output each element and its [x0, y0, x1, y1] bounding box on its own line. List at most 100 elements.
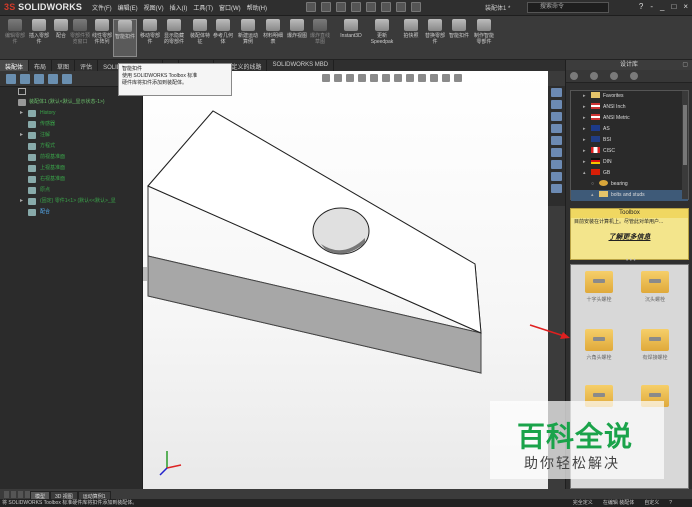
- close-button[interactable]: ×: [683, 2, 688, 11]
- search-input[interactable]: 搜索命令: [527, 2, 609, 13]
- learn-more-link[interactable]: 了解更多信息: [571, 232, 688, 242]
- section-view-icon[interactable]: [358, 74, 366, 82]
- bom-button[interactable]: 材料明细表: [261, 19, 285, 57]
- part-weld-bolt[interactable]: 有焊接螺栓: [633, 329, 677, 375]
- dynamic-annotation-icon[interactable]: [370, 74, 378, 82]
- zoom-fit-icon[interactable]: [322, 74, 330, 82]
- update-speedpak-button[interactable]: 更新Speedpak: [368, 19, 396, 57]
- configuration-manager-icon[interactable]: [34, 74, 44, 84]
- new-motion-study-button[interactable]: 新建运动算例: [236, 19, 260, 57]
- tree-item-history[interactable]: ▸ History: [4, 108, 142, 119]
- design-library-icon[interactable]: [551, 112, 562, 121]
- custom-properties-icon[interactable]: [551, 160, 562, 169]
- take-snapshot-button[interactable]: 拍快照: [399, 19, 423, 57]
- lib-item-cisc[interactable]: ▸ CISC: [571, 146, 688, 157]
- lib-item-ansi-inch[interactable]: ▸ ANSI Inch: [571, 102, 688, 113]
- undo-icon[interactable]: [366, 2, 376, 12]
- status-help[interactable]: ?: [669, 499, 672, 507]
- select-icon[interactable]: [381, 2, 391, 12]
- component-preview-button[interactable]: 零部件预览窗口: [68, 19, 92, 57]
- lib-item-gb[interactable]: ▴ GB: [571, 168, 688, 179]
- linear-pattern-button[interactable]: 线性零部件阵列: [90, 19, 114, 57]
- explode-line-sketch-button[interactable]: 爆炸直线草图: [308, 19, 332, 57]
- view-settings-icon[interactable]: [442, 74, 450, 82]
- save-icon[interactable]: [336, 2, 346, 12]
- tree-item-equations[interactable]: 方程式: [4, 141, 142, 152]
- reference-geometry-button[interactable]: 参考几何体: [211, 19, 235, 57]
- maximize-button[interactable]: □: [671, 2, 676, 11]
- status-units[interactable]: 自定义: [644, 499, 659, 507]
- lib-item-ansi-metric[interactable]: ▸ ANSI Metric: [571, 113, 688, 124]
- display-style-icon[interactable]: [394, 74, 402, 82]
- assembly-features-button[interactable]: 装配体特征: [188, 19, 212, 57]
- tree-item-part1[interactable]: ▸ (固定) 零件1<1> (默认<<默认>_显: [4, 196, 142, 207]
- library-scrollbar[interactable]: [682, 91, 688, 199]
- lib-item-bsi[interactable]: ▸ BSI: [571, 135, 688, 146]
- zoom-area-icon[interactable]: [334, 74, 342, 82]
- lib-item-as[interactable]: ▸ AS: [571, 124, 688, 135]
- property-manager-icon[interactable]: [20, 74, 30, 84]
- menu-insert[interactable]: 插入(I): [170, 3, 188, 12]
- display-manager-icon[interactable]: [62, 74, 72, 84]
- tree-item-annotations[interactable]: ▸ 注解: [4, 130, 142, 141]
- appearances-icon[interactable]: [551, 136, 562, 145]
- rebuild-icon[interactable]: [396, 2, 406, 12]
- tab-layout[interactable]: 布局: [29, 60, 53, 71]
- graphics-area[interactable]: [143, 71, 548, 489]
- options-icon[interactable]: [411, 2, 421, 12]
- previous-view-icon[interactable]: [346, 74, 354, 82]
- minimize-button[interactable]: _: [660, 2, 664, 11]
- scroll-thumb[interactable]: [683, 105, 687, 165]
- tab-evaluate[interactable]: 评估: [75, 60, 99, 71]
- tree-item-sensors[interactable]: 传感器: [4, 119, 142, 130]
- plugin-icon[interactable]: [551, 184, 562, 193]
- smart-fasteners-button[interactable]: 智能扣件: [113, 19, 137, 57]
- view-palette-icon[interactable]: [551, 148, 562, 157]
- menu-window[interactable]: 窗口(W): [219, 3, 241, 12]
- dimxpert-icon[interactable]: [48, 74, 58, 84]
- home-icon[interactable]: [551, 88, 562, 97]
- move-component-button[interactable]: 移动零部件: [138, 19, 162, 57]
- lib-item-bolts-and-studs[interactable]: ▴ bolts and studs: [571, 190, 688, 201]
- resources-icon[interactable]: [551, 100, 562, 109]
- next-tab-icon[interactable]: [18, 491, 23, 498]
- menu-file[interactable]: 文件(F): [92, 3, 112, 12]
- tree-item-mates[interactable]: 配合: [4, 207, 142, 218]
- exploded-view-button[interactable]: 爆炸视图: [285, 19, 309, 57]
- smart-fasteners-button-2[interactable]: 智能扣件: [447, 19, 471, 57]
- show-hidden-button[interactable]: 显示隐藏的零部件: [162, 19, 186, 57]
- new-doc-icon[interactable]: [306, 2, 316, 12]
- back-icon[interactable]: [570, 72, 578, 80]
- open-icon[interactable]: [321, 2, 331, 12]
- tree-item-right-plane[interactable]: 右视基准面: [4, 174, 142, 185]
- insert-component-button[interactable]: 插入零部件: [27, 19, 51, 57]
- first-tab-icon[interactable]: [4, 491, 9, 498]
- edit-component-button[interactable]: 编辑零部件: [3, 19, 27, 57]
- make-smart-component-button[interactable]: 制作智能零部件: [472, 19, 496, 57]
- monitor-icon[interactable]: [454, 74, 462, 82]
- panel-collapse-handle[interactable]: [143, 267, 147, 281]
- tree-root[interactable]: 装配体1 (默认<默认_显示状态-1>): [4, 97, 142, 108]
- part-cross-head-bolt[interactable]: 十字头螺栓: [577, 271, 621, 317]
- pin-icon[interactable]: ▢: [682, 60, 688, 70]
- tree-item-origin[interactable]: 原点: [4, 185, 142, 196]
- lib-item-bearing[interactable]: ○ bearing: [571, 179, 688, 190]
- menu-view[interactable]: 视图(V): [144, 3, 164, 12]
- tab-mbd[interactable]: SOLIDWORKS MBD: [267, 60, 335, 71]
- print-icon[interactable]: [351, 2, 361, 12]
- prev-tab-icon[interactable]: [11, 491, 16, 498]
- refresh-icon[interactable]: [630, 72, 638, 80]
- tree-item-top-plane[interactable]: 上视基准面: [4, 163, 142, 174]
- replace-component-button[interactable]: 替换零部件: [423, 19, 447, 57]
- menu-help[interactable]: 帮助(H): [247, 3, 267, 12]
- forum-icon[interactable]: [551, 172, 562, 181]
- edit-appearance-icon[interactable]: [418, 74, 426, 82]
- view-orientation-icon[interactable]: [382, 74, 390, 82]
- menu-tools[interactable]: 工具(T): [193, 3, 213, 12]
- part-hex-bolt[interactable]: 六角头螺栓: [577, 329, 621, 375]
- instant3d-button[interactable]: Instant3D: [336, 19, 366, 57]
- hide-show-icon[interactable]: [406, 74, 414, 82]
- apply-scene-icon[interactable]: [430, 74, 438, 82]
- dash-button[interactable]: -: [650, 2, 653, 11]
- forward-icon[interactable]: [590, 72, 598, 80]
